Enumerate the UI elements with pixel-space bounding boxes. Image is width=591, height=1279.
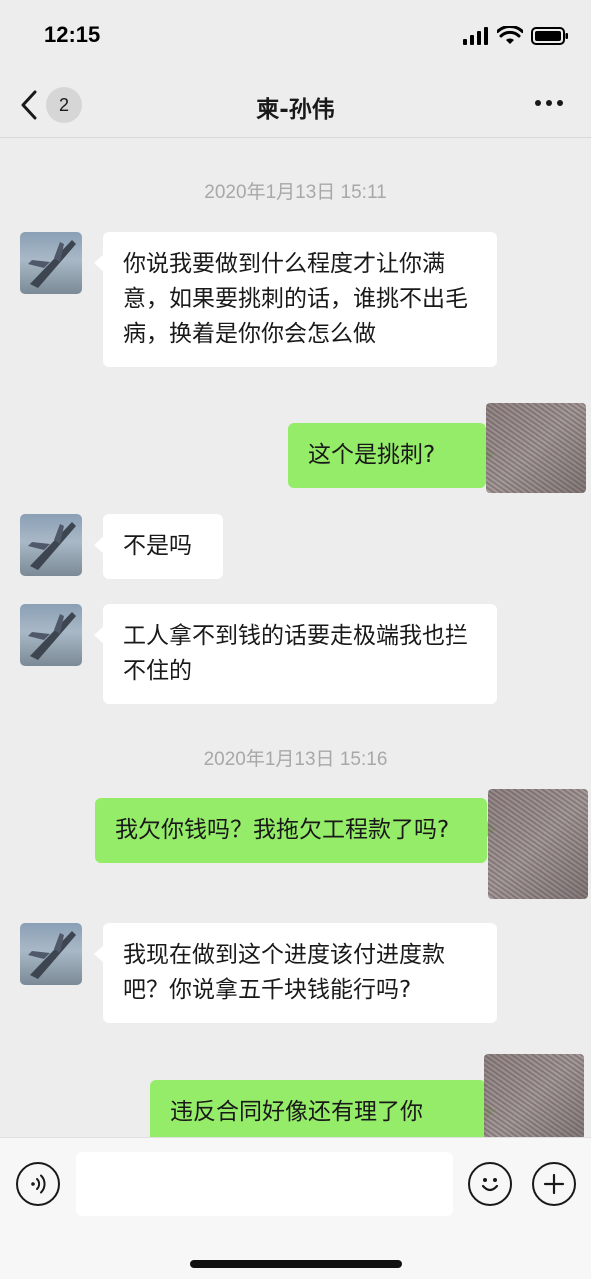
message-bubble-incoming[interactable]: 我现在做到这个进度该付进度款吧？你说拿五千块钱能行吗? xyxy=(94,923,497,1023)
message-bubble-incoming[interactable]: 你说我要做到什么程度才让你满意，如果要挑刺的话，谁挑不出毛病，换着是你你会怎么做 xyxy=(94,232,497,367)
status-bar: 12:15 xyxy=(0,0,591,72)
jet-avatar-image xyxy=(28,612,76,660)
plus-icon xyxy=(543,1173,565,1195)
timestamp: 2020年1月13日 15:16 xyxy=(203,749,388,770)
home-indicator[interactable] xyxy=(190,1260,402,1268)
voice-icon xyxy=(31,1174,46,1194)
emoji-icon xyxy=(481,1178,499,1192)
status-icons xyxy=(463,26,569,46)
wifi-icon xyxy=(497,26,523,44)
contact-avatar[interactable] xyxy=(20,232,82,294)
nav-bar: 2 柬-孙伟 xyxy=(0,72,591,138)
redacted-avatar xyxy=(484,1054,584,1137)
input-bar xyxy=(0,1137,591,1279)
message-bubble-incoming[interactable]: 不是吗 xyxy=(94,514,223,579)
message-bubble-outgoing[interactable]: 我欠你钱吗？我拖欠工程款了吗? xyxy=(95,798,496,863)
add-button[interactable] xyxy=(532,1162,576,1206)
chat-title: 柬-孙伟 xyxy=(256,97,335,123)
chat-area[interactable]: 2020年1月13日 15:11 你说我要做到什么程度才让你满意，如果要挑刺的话… xyxy=(0,139,591,1137)
message-bubble-outgoing[interactable]: 这个是挑刺? xyxy=(288,423,495,488)
message-bubble-incoming[interactable]: 工人拿不到钱的话要走极端我也拦不住的 xyxy=(94,604,497,704)
redacted-avatar xyxy=(488,789,588,899)
contact-avatar[interactable] xyxy=(20,604,82,666)
emoji-button[interactable] xyxy=(468,1162,512,1206)
redacted-avatar xyxy=(486,403,586,493)
more-dots-icon[interactable] xyxy=(535,100,563,106)
jet-avatar-image xyxy=(28,240,76,288)
message-bubble-outgoing[interactable]: 违反合同好像还有理了你 xyxy=(150,1080,495,1137)
status-time: 12:15 xyxy=(44,22,101,47)
timestamp: 2020年1月13日 15:11 xyxy=(204,182,387,203)
voice-button[interactable] xyxy=(16,1162,60,1206)
signal-icon xyxy=(463,27,488,45)
contact-avatar[interactable] xyxy=(20,514,82,576)
battery-icon xyxy=(531,27,568,45)
jet-avatar-image xyxy=(28,931,76,979)
contact-avatar[interactable] xyxy=(20,923,82,985)
jet-avatar-image xyxy=(28,522,76,570)
message-input[interactable] xyxy=(76,1152,453,1216)
